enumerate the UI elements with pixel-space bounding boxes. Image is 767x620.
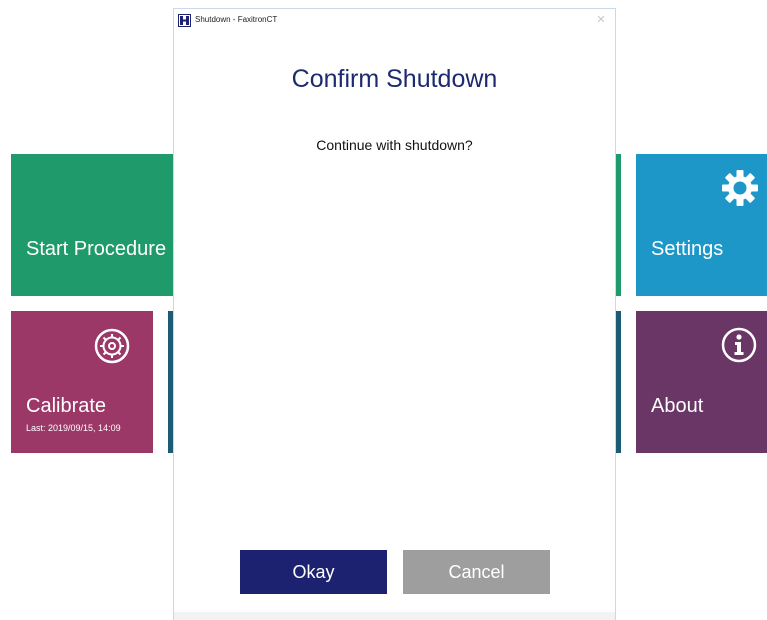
- calibrate-label: Calibrate: [26, 395, 107, 417]
- window-title: Shutdown - FaxitronCT: [195, 15, 278, 24]
- calibrate-tile[interactable]: Calibrate Last: 2019/09/15, 14:09: [11, 311, 153, 453]
- info-icon: [721, 327, 757, 368]
- app-icon: [178, 14, 191, 27]
- dialog-footer: [174, 612, 615, 620]
- calibrate-last-date: Last: 2019/09/15, 14:09: [26, 423, 121, 433]
- dialog-titlebar[interactable]: Shutdown - FaxitronCT ✕: [174, 9, 615, 33]
- dialog-message: Continue with shutdown?: [316, 137, 473, 153]
- calibrate-gear-icon: [94, 328, 130, 369]
- close-button[interactable]: ✕: [591, 11, 611, 29]
- settings-label: Settings: [651, 238, 724, 260]
- dialog-title: Confirm Shutdown: [291, 65, 498, 93]
- shutdown-dialog: Shutdown - FaxitronCT ✕ Confirm Shutdown…: [173, 8, 616, 620]
- cancel-button[interactable]: Cancel: [403, 550, 550, 594]
- start-procedure-label: Start Procedure: [26, 238, 167, 260]
- about-tile[interactable]: About: [636, 311, 767, 453]
- okay-button[interactable]: Okay: [240, 550, 387, 594]
- settings-tile[interactable]: Settings: [636, 154, 767, 296]
- gear-icon: [721, 169, 759, 212]
- about-label: About: [651, 395, 704, 417]
